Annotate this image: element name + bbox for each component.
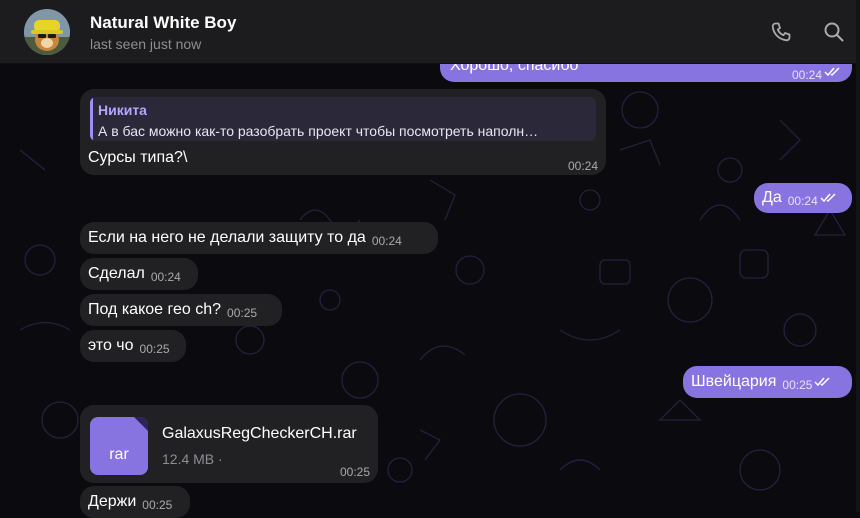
incoming-message[interactable]: это чо 00:25 [80,330,186,362]
incoming-file-message[interactable]: rar GalaxusRegCheckerCH.rar 12.4 MB · 00… [80,405,378,483]
phone-icon[interactable] [769,20,793,44]
incoming-message[interactable]: Если на него не делали защиту то да 00:24 [80,222,438,254]
read-check-icon [824,66,842,77]
avatar[interactable] [24,9,70,55]
outgoing-message[interactable]: Да 00:24 [754,183,852,213]
last-seen-status: last seen just now [90,36,202,52]
message-text: Если на него не делали защиту то да [88,229,366,246]
file-extension: rar [109,446,129,463]
incoming-message[interactable]: Под какое гео ch? 00:25 [80,294,282,326]
read-check-icon [820,192,838,203]
message-text: Держи [88,493,137,510]
chat-title[interactable]: Natural White Boy [90,13,236,33]
message-time: 00:25 [227,306,258,320]
message-text: Под какое гео ch? [88,301,222,318]
message-text: Сурсы типа?\ [88,149,188,166]
message-time: 00:24 [371,234,402,248]
file-name[interactable]: GalaxusRegCheckerCH.rar [162,424,357,444]
message-time: 00:24 [150,270,181,284]
search-icon[interactable] [822,20,846,44]
message-time: 00:25 [782,378,813,392]
reply-author: Никита [98,102,147,118]
message-text: Да [762,189,782,206]
outgoing-message[interactable]: Швейцария 00:25 [683,366,852,398]
chat-header: Natural White Boy last seen just now [0,0,860,64]
incoming-message[interactable]: Сделал 00:24 [80,258,198,290]
read-check-icon [814,376,832,387]
reply-bar [90,97,93,141]
message-text: Сделал [88,265,145,282]
message-meta: 00:24 [786,62,842,82]
archive-file-icon[interactable]: rar [90,417,148,475]
incoming-message[interactable]: Держи 00:25 [80,486,190,518]
reply-text: А в бас можно как-то разобрать проект чт… [98,123,539,139]
message-time: 00:24 [567,159,598,173]
file-size: 12.4 MB · [162,451,223,467]
message-text: это чо [88,337,134,354]
reply-quote[interactable]: Никита А в бас можно как-то разобрать пр… [90,97,596,141]
message-time: 00:25 [142,498,173,512]
incoming-message-reply[interactable]: Никита А в бас можно как-то разобрать пр… [80,89,606,175]
message-text: Швейцария [691,373,777,390]
message-time: 00:25 [339,465,370,479]
window-edge [856,0,860,512]
message-time: 00:25 [139,342,170,356]
file-fold [134,417,148,431]
message-time: 00:24 [787,194,818,208]
message-time: 00:24 [791,68,822,82]
